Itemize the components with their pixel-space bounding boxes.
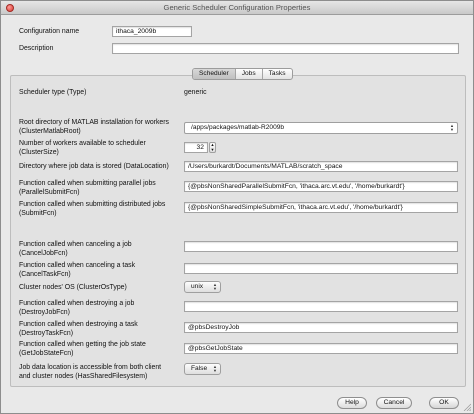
title-bar[interactable]: Generic Scheduler Configuration Properti… bbox=[1, 1, 473, 15]
config-name-field[interactable]: ithaca_2009b bbox=[112, 26, 192, 37]
get-job-state-field[interactable]: @pbsGetJobState bbox=[184, 343, 458, 354]
properties-window: Generic Scheduler Configuration Properti… bbox=[0, 0, 474, 414]
cluster-size-field[interactable]: 32 bbox=[184, 142, 208, 153]
data-location-label: Directory where job data is stored (Data… bbox=[19, 163, 169, 170]
ok-button[interactable]: OK bbox=[429, 397, 459, 409]
tab-tasks[interactable]: Tasks bbox=[263, 69, 292, 79]
parallel-submit-label: Function called when submitting parallel… bbox=[19, 180, 156, 187]
scheduler-type-value: generic bbox=[184, 89, 207, 96]
destroy-task-sublabel: (DestroyTaskFcn) bbox=[19, 330, 73, 337]
cluster-os-value: unix bbox=[191, 283, 204, 290]
cluster-size-label: Number of workers available to scheduler bbox=[19, 140, 146, 147]
matlab-root-combo[interactable]: /apps/packages/matlab-R2009b ▲ ▼ bbox=[184, 122, 458, 134]
scheduler-type-label: Scheduler type (Type) bbox=[19, 89, 87, 96]
cluster-os-label: Cluster nodes' OS (ClusterOsType) bbox=[19, 284, 127, 291]
shared-fs-sublabel: and cluster nodes (HasSharedFilesystem) bbox=[19, 373, 148, 380]
window-title: Generic Scheduler Configuration Properti… bbox=[163, 3, 311, 12]
dropdown-arrows-icon: ▲ ▼ bbox=[213, 282, 217, 291]
cancel-task-sublabel: (CancelTaskFcn) bbox=[19, 271, 71, 278]
resize-grip-icon[interactable] bbox=[463, 403, 471, 411]
shared-fs-label: Job data location is accessible from bot… bbox=[19, 364, 162, 371]
destroy-job-label: Function called when destroying a job bbox=[19, 300, 135, 307]
cluster-size-sublabel: (ClusterSize) bbox=[19, 149, 59, 156]
parallel-submit-sublabel: (ParallelSubmitFcn) bbox=[19, 189, 80, 196]
matlab-root-label: Root directory of MATLAB installation fo… bbox=[19, 119, 169, 126]
description-field[interactable] bbox=[112, 43, 459, 54]
cancel-job-label: Function called when canceling a job bbox=[19, 241, 132, 248]
get-job-state-sublabel: (GetJobStateFcn) bbox=[19, 350, 74, 357]
matlab-root-sublabel: (ClusterMatlabRoot) bbox=[19, 128, 81, 135]
tab-scheduler[interactable]: Scheduler bbox=[193, 69, 236, 79]
tab-bar: Scheduler Jobs Tasks bbox=[192, 68, 293, 80]
submit-field[interactable]: {@pbsNonSharedSimpleSubmitFcn, 'ithaca.a… bbox=[184, 202, 458, 213]
tab-jobs[interactable]: Jobs bbox=[236, 69, 263, 79]
description-label: Description bbox=[19, 45, 54, 52]
shared-fs-value: False bbox=[191, 365, 208, 372]
data-location-field[interactable]: /Users/burkardt/Documents/MATLAB/scratch… bbox=[184, 161, 458, 172]
cancel-button[interactable]: Cancel bbox=[376, 397, 412, 409]
cancel-job-field[interactable] bbox=[184, 241, 458, 252]
config-name-label: Configuration name bbox=[19, 28, 80, 35]
cancel-task-label: Function called when canceling a task bbox=[19, 262, 136, 269]
cluster-os-select[interactable]: unix ▲ ▼ bbox=[184, 281, 221, 293]
cancel-task-field[interactable] bbox=[184, 263, 458, 274]
destroy-task-label: Function called when destroying a task bbox=[19, 321, 138, 328]
parallel-submit-field[interactable]: {@pbsNonSharedParallelSubmitFcn, 'ithaca… bbox=[184, 181, 458, 192]
destroy-job-field[interactable] bbox=[184, 301, 458, 312]
get-job-state-label: Function called when getting the job sta… bbox=[19, 341, 146, 348]
destroy-job-sublabel: (DestroyJobFcn) bbox=[19, 309, 70, 316]
submit-label: Function called when submitting distribu… bbox=[19, 201, 166, 208]
dropdown-arrows-icon: ▲ ▼ bbox=[213, 364, 217, 373]
shared-fs-select[interactable]: False ▲ ▼ bbox=[184, 363, 221, 375]
help-button[interactable]: Help bbox=[337, 397, 367, 409]
dropdown-arrows-icon[interactable]: ▲ ▼ bbox=[448, 124, 456, 132]
destroy-task-field[interactable]: @pbsDestroyJob bbox=[184, 322, 458, 333]
submit-sublabel: (SubmitFcn) bbox=[19, 210, 57, 217]
matlab-root-value: /apps/packages/matlab-R2009b bbox=[191, 124, 285, 131]
stepper-arrows-icon[interactable]: ▲ ▼ bbox=[209, 142, 216, 153]
cancel-job-sublabel: (CancelJobFcn) bbox=[19, 250, 68, 257]
